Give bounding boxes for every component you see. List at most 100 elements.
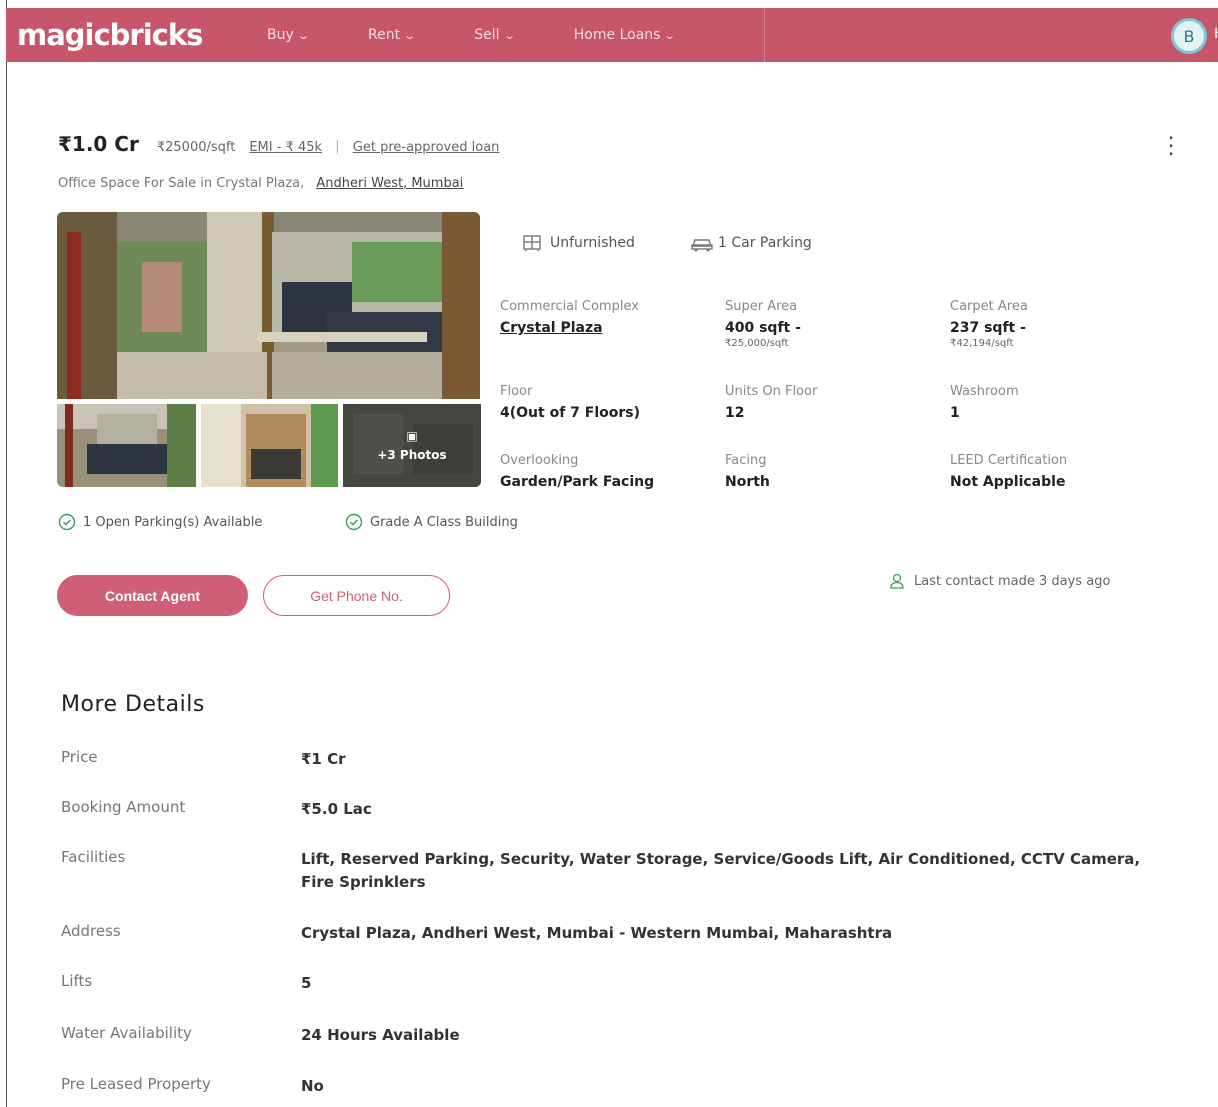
details-value: 24 Hours Available	[301, 1026, 460, 1044]
spec-super-area-label: Super Area	[725, 299, 798, 314]
details-value: 5	[301, 974, 312, 992]
user-icon	[890, 573, 904, 589]
spec-overlooking-value: Garden/Park Facing	[500, 474, 655, 490]
site-logo[interactable]: magicbricks	[17, 18, 253, 52]
spec-super-area: Super Area 400 sqft - ₹25,000/sqft	[725, 299, 801, 349]
emi-link[interactable]: EMI - ₹ 45k	[249, 140, 322, 155]
details-row-pre-leased: Pre Leased Property No	[61, 1075, 1191, 1098]
price-row: ₹1.0 Cr ₹25000/sqft EMI - ₹ 45k | Get pr…	[58, 132, 499, 156]
details-key: Booking Amount	[61, 798, 186, 816]
spec-leed: LEED Certification Not Applicable	[950, 453, 1067, 490]
car-icon	[691, 239, 713, 252]
feature-open-parking: 1 Open Parking(s) Available	[58, 513, 262, 531]
spec-floor: Floor 4(Out of 7 Floors)	[500, 384, 640, 421]
more-photos-overlay: ▣ +3 Photos	[343, 404, 481, 487]
details-row-address: Address Crystal Plaza, Andheri West, Mum…	[61, 922, 1191, 945]
details-key: Water Availability	[61, 1024, 192, 1042]
feature-grade-a-label: Grade A Class Building	[370, 514, 518, 530]
details-value: ₹5.0 Lac	[301, 800, 372, 818]
details-value: No	[301, 1077, 324, 1095]
spec-floor-label: Floor	[500, 384, 533, 399]
office-photo-thumb-2	[201, 404, 338, 487]
spec-facing: Facing North	[725, 453, 770, 490]
spec-super-area-rate: ₹25,000/sqft	[725, 338, 789, 349]
preapproved-loan-link[interactable]: Get pre-approved loan	[353, 140, 500, 155]
details-row-water: Water Availability 24 Hours Available	[61, 1024, 1191, 1047]
details-key: Address	[61, 922, 121, 940]
furniture-icon	[523, 235, 541, 251]
details-row-facilities: Facilities Lift, Reserved Parking, Secur…	[61, 848, 1191, 894]
listing-subtitle: Office Space For Sale in Crystal Plaza, …	[58, 176, 463, 191]
spec-super-area-value: 400 sqft -	[725, 320, 801, 336]
spec-leed-label: LEED Certification	[950, 453, 1068, 468]
spec-units-on-floor: Units On Floor 12	[725, 384, 817, 421]
spec-floor-value: 4(Out of 7 Floors)	[500, 405, 641, 421]
details-value: Crystal Plaza, Andheri West, Mumbai - We…	[301, 924, 893, 942]
chevron-down-icon: ⌄	[296, 28, 310, 42]
office-photo-thumb-1	[57, 404, 196, 487]
details-key: Facilities	[61, 848, 126, 866]
more-photos-label: +3 Photos	[377, 448, 447, 462]
top-navbar: magicbricks Buy ⌄ Rent ⌄ Sell ⌄ Home Loa…	[6, 8, 1218, 62]
user-name-initial[interactable]: H	[1214, 26, 1218, 42]
more-options-icon[interactable]: · · ·	[1164, 128, 1178, 164]
page-border	[6, 0, 7, 1107]
spec-carpet-area-label: Carpet Area	[950, 299, 1028, 314]
details-row-booking: Booking Amount ₹5.0 Lac	[61, 798, 1191, 821]
chevron-down-icon: ⌄	[403, 28, 417, 42]
photo-thumbnail-more[interactable]: ▣ +3 Photos	[343, 404, 481, 487]
photo-thumbnail[interactable]	[57, 404, 196, 487]
get-phone-button[interactable]: Get Phone No.	[263, 575, 450, 616]
nav-home-loans[interactable]: Home Loans ⌄	[573, 27, 677, 43]
details-value: Lift, Reserved Parking, Security, Water …	[301, 850, 1141, 891]
spec-overlooking: Overlooking Garden/Park Facing	[500, 453, 654, 490]
amenity-parking: 1 Car Parking	[690, 234, 812, 252]
details-key: Pre Leased Property	[61, 1075, 211, 1093]
check-circle-icon	[58, 513, 76, 531]
amenity-furnishing-label: Unfurnished	[550, 235, 635, 251]
details-key: Lifts	[61, 972, 93, 990]
nav-sell-label: Sell	[474, 27, 500, 43]
nav-home-loans-label: Home Loans	[573, 27, 661, 43]
more-details-title: More Details	[61, 692, 205, 717]
spec-carpet-area: Carpet Area 237 sqft - ₹42,194/sqft	[950, 299, 1028, 349]
gallery-icon: ▣	[406, 429, 418, 443]
location-link[interactable]: Andheri West, Mumbai	[316, 176, 463, 191]
spec-complex: Commercial Complex Crystal Plaza	[500, 299, 639, 336]
feature-grade-a: Grade A Class Building	[345, 513, 518, 531]
contact-agent-button[interactable]: Contact Agent	[57, 575, 248, 616]
feature-open-parking-label: 1 Open Parking(s) Available	[83, 514, 263, 530]
header-divider	[764, 8, 765, 62]
office-photo-main	[57, 212, 480, 399]
spec-washroom-label: Washroom	[950, 384, 1019, 399]
main-photo[interactable]	[57, 212, 480, 399]
nav-rent-label: Rent	[367, 27, 401, 43]
nav-buy-label: Buy	[267, 27, 294, 43]
spec-carpet-area-rate: ₹42,194/sqft	[950, 338, 1014, 349]
spec-units-label: Units On Floor	[725, 384, 818, 399]
listing-subtitle-text: Office Space For Sale in Crystal Plaza,	[58, 176, 305, 191]
photo-thumbnail[interactable]	[201, 404, 338, 487]
nav-sell[interactable]: Sell ⌄	[474, 27, 516, 43]
spec-facing-label: Facing	[725, 453, 767, 468]
spec-carpet-area-value: 237 sqft -	[950, 320, 1026, 336]
last-contact-info: Last contact made 3 days ago	[888, 572, 1110, 590]
chevron-down-icon: ⌄	[502, 28, 516, 42]
details-row-lifts: Lifts 5	[61, 972, 1191, 995]
spec-leed-value: Not Applicable	[950, 474, 1066, 490]
spec-washroom: Washroom 1	[950, 384, 1019, 421]
details-value: ₹1 Cr	[301, 750, 346, 768]
spec-washroom-value: 1	[950, 405, 960, 421]
check-circle-icon	[345, 513, 363, 531]
nav-rent[interactable]: Rent ⌄	[367, 27, 417, 43]
nav-buy[interactable]: Buy ⌄	[267, 27, 310, 43]
spec-complex-label: Commercial Complex	[500, 299, 639, 314]
spec-facing-value: North	[725, 474, 770, 490]
amenity-parking-label: 1 Car Parking	[718, 235, 812, 251]
price: ₹1.0 Cr	[58, 132, 139, 156]
spec-units-value: 12	[725, 405, 745, 421]
spec-complex-link[interactable]: Crystal Plaza	[500, 320, 639, 336]
user-avatar[interactable]: B	[1171, 18, 1207, 54]
details-row-price: Price ₹1 Cr	[61, 748, 1191, 771]
details-key: Price	[61, 748, 98, 766]
